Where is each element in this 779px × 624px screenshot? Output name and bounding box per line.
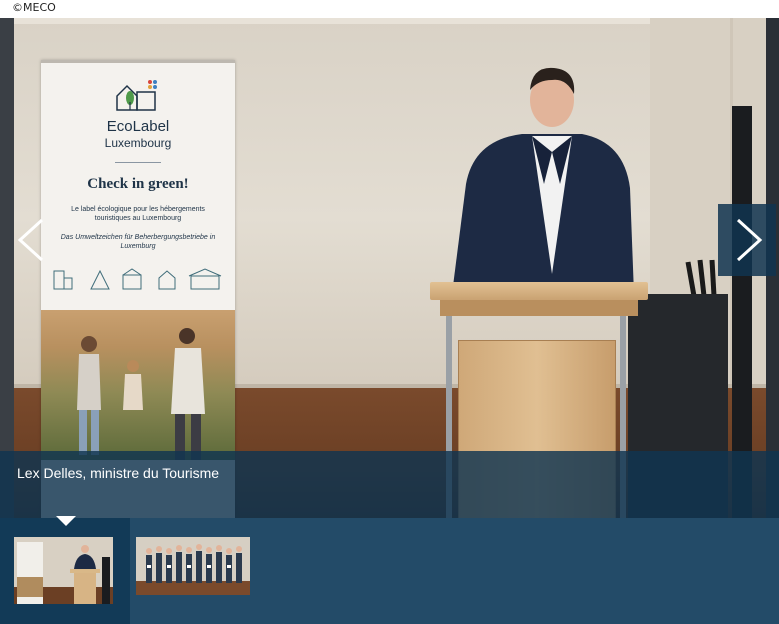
gallery-viewer: EcoLabel Luxembourg Check in green! Le l… (0, 18, 779, 624)
speaker-person (452, 67, 634, 294)
banner-headline: Check in green! (87, 176, 189, 192)
photo-caption: Lex Delles, ministre du Tourisme (17, 465, 220, 481)
ecolabel-banner: EcoLabel Luxembourg Check in green! Le l… (41, 60, 235, 518)
microphones (685, 259, 717, 297)
caption-bar: Lex Delles, ministre du Tourisme (0, 451, 779, 518)
next-button[interactable] (718, 204, 776, 276)
chevron-left-icon (17, 218, 44, 262)
lectern (430, 282, 648, 300)
chevron-right-icon (736, 218, 763, 262)
photo-credit: ©MECO (12, 1, 56, 14)
ecolabel-subtitle: Luxembourg (104, 136, 172, 150)
accommodation-icons (53, 268, 222, 290)
banner-family-photo (41, 310, 235, 460)
thumbnail-speaker[interactable] (14, 537, 113, 604)
active-indicator-icon (56, 516, 76, 526)
main-photo: EcoLabel Luxembourg Check in green! Le l… (0, 18, 779, 518)
ecolabel-title: EcoLabel (106, 118, 170, 135)
thumbnail-group[interactable] (136, 537, 250, 595)
previous-button[interactable] (8, 204, 54, 276)
ecolabel-logo-icon (116, 80, 157, 111)
banner-text-fr: Le label écologique pour les hébergement… (71, 206, 205, 222)
thumbnail-strip (0, 516, 779, 624)
banner-text-de: Das Umweltzeichen für Beherbergungsbetri… (60, 234, 216, 250)
